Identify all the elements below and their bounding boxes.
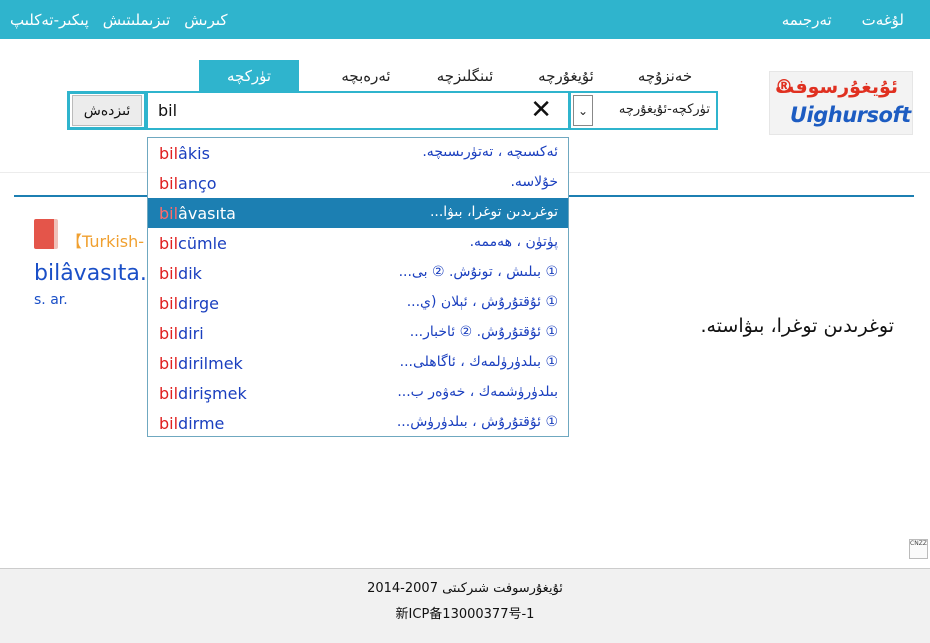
tab-turkish[interactable]: تۈركچە <box>199 60 299 91</box>
suggestion-item[interactable]: bilcümle پۈتۈن ، ھەممە. <box>148 228 568 258</box>
part-of-speech: s. ar. <box>34 292 68 308</box>
tab-arabic[interactable]: ئەرەبچە <box>318 60 414 91</box>
result-definition: توغرىدىن توغرا، بىۋاستە. <box>700 315 894 337</box>
suggestion-gloss: خۇلاسە. <box>510 174 558 190</box>
language-select[interactable]: ⌄ تۈركچە-ئۇيغۇرچە <box>569 91 718 130</box>
feedback-link[interactable]: پىكىر-تەكلىپ <box>10 11 89 29</box>
suggestion-word: bilâvasıta <box>159 204 236 223</box>
result-headword: bilâvasıta. <box>34 261 147 286</box>
logo-english-text: Uighursoft <box>790 103 911 127</box>
suggestion-gloss: ئەكسىچە ، تەتۈرىسىچە. <box>422 144 558 160</box>
suggestion-item[interactable]: bildirge ① ئۇقتۇرۇش ، ئېلان (ي... <box>148 288 568 318</box>
suggestion-word: bildirişmek <box>159 384 247 403</box>
search-button-label: ئىزدەش <box>72 95 142 126</box>
tab-english[interactable]: ئىنگلىزچە <box>413 60 517 91</box>
login-link[interactable]: كىرىش <box>184 11 227 29</box>
suggestion-item[interactable]: bilâkis ئەكسىچە ، تەتۈرىسىچە. <box>148 138 568 168</box>
suggestion-word: bilanço <box>159 174 217 193</box>
footer-icp[interactable]: 新ICP备13000377号-1 <box>0 603 930 622</box>
footer-copyright: ئۇيغۇرسوفت شىركىتى 2007-2014 <box>367 581 563 596</box>
autocomplete-list: bilâkis ئەكسىچە ، تەتۈرىسىچە. bilanço خۇ… <box>147 137 569 437</box>
search-button[interactable]: ئىزدەش <box>67 91 147 130</box>
suggestion-word: bildirme <box>159 414 225 433</box>
top-right-links: لۇغەت تەرجىمە <box>782 0 904 39</box>
register-link[interactable]: تىزىملىتىش <box>103 11 171 29</box>
suggestion-gloss: ① ئۇقتۇرۇش ، بىلدۈرۈش... <box>396 414 558 430</box>
suggestion-item[interactable]: bildiri ① ئۇقتۇرۇش. ② ئاخبار... <box>148 318 568 348</box>
search-input[interactable]: bil ✕ <box>146 91 570 130</box>
suggestion-item[interactable]: bildik ① بىلىش ، تونۇش. ② بى... <box>148 258 568 288</box>
suggestion-gloss: توغرىدىن توغرا، بىۋا... <box>429 204 558 220</box>
suggestion-gloss: ① ئۇقتۇرۇش. ② ئاخبار... <box>409 324 558 340</box>
suggestion-gloss: ① بىلدۈرۈلمەك ، ئاگاھلى... <box>399 354 558 370</box>
suggestion-item[interactable]: bilanço خۇلاسە. <box>148 168 568 198</box>
suggestion-word: bildiri <box>159 324 204 343</box>
search-input-value: bil <box>158 101 178 120</box>
suggestion-word: bilâkis <box>159 144 210 163</box>
suggestion-gloss: پۈتۈن ، ھەممە. <box>469 234 558 250</box>
cnzz-counter-icon[interactable]: CNZZ <box>909 539 928 559</box>
tab-uyghur[interactable]: ئۇيغۇرچە <box>516 60 616 91</box>
language-select-value: تۈركچە-ئۇيغۇرچە <box>618 102 710 117</box>
suggestion-word: bildirge <box>159 294 219 313</box>
suggestion-gloss: ① بىلىش ، تونۇش. ② بى... <box>398 264 558 280</box>
suggestion-gloss: بىلدۈرۈشمەك ، خەۋەر ب... <box>397 384 558 400</box>
top-navigation-bar: كىرىش تىزىملىتىش پىكىر-تەكلىپ لۇغەت تەرج… <box>0 0 930 39</box>
tab-chinese[interactable]: خەنزۇچە <box>618 60 712 91</box>
suggestion-word: bildik <box>159 264 202 283</box>
top-left-links: كىرىش تىزىملىتىش پىكىر-تەكلىپ <box>10 0 228 39</box>
uighursoft-logo[interactable]: ® ئۇيغۇرسوفت Uighursoft <box>769 71 913 135</box>
close-icon[interactable]: ✕ <box>530 97 552 123</box>
footer: ئۇيغۇرسوفت شىركىتى 2007-2014 新ICP备130003… <box>0 568 930 643</box>
suggestion-item[interactable]: bildirilmek ① بىلدۈرۈلمەك ، ئاگاھلى... <box>148 348 568 378</box>
translation-link[interactable]: تەرجىمە <box>782 11 832 29</box>
suggestion-item[interactable]: bildirişmek بىلدۈرۈشمەك ، خەۋەر ب... <box>148 378 568 408</box>
suggestion-gloss: ① ئۇقتۇرۇش ، ئېلان (ي... <box>406 294 558 310</box>
dictionary-link[interactable]: لۇغەت <box>862 11 904 29</box>
suggestion-word: bilcümle <box>159 234 227 253</box>
suggestion-word: bildirilmek <box>159 354 243 373</box>
logo-uyghur-text: ئۇيغۇرسوفت <box>775 76 898 98</box>
chevron-down-icon[interactable]: ⌄ <box>573 95 593 126</box>
suggestion-item-selected[interactable]: bilâvasıta توغرىدىن توغرا، بىۋا... <box>148 198 568 228</box>
dictionary-source-tag: 【Turkish- <box>66 232 145 251</box>
book-icon <box>34 219 58 249</box>
suggestion-item[interactable]: bildirme ① ئۇقتۇرۇش ، بىلدۈرۈش... <box>148 408 568 438</box>
